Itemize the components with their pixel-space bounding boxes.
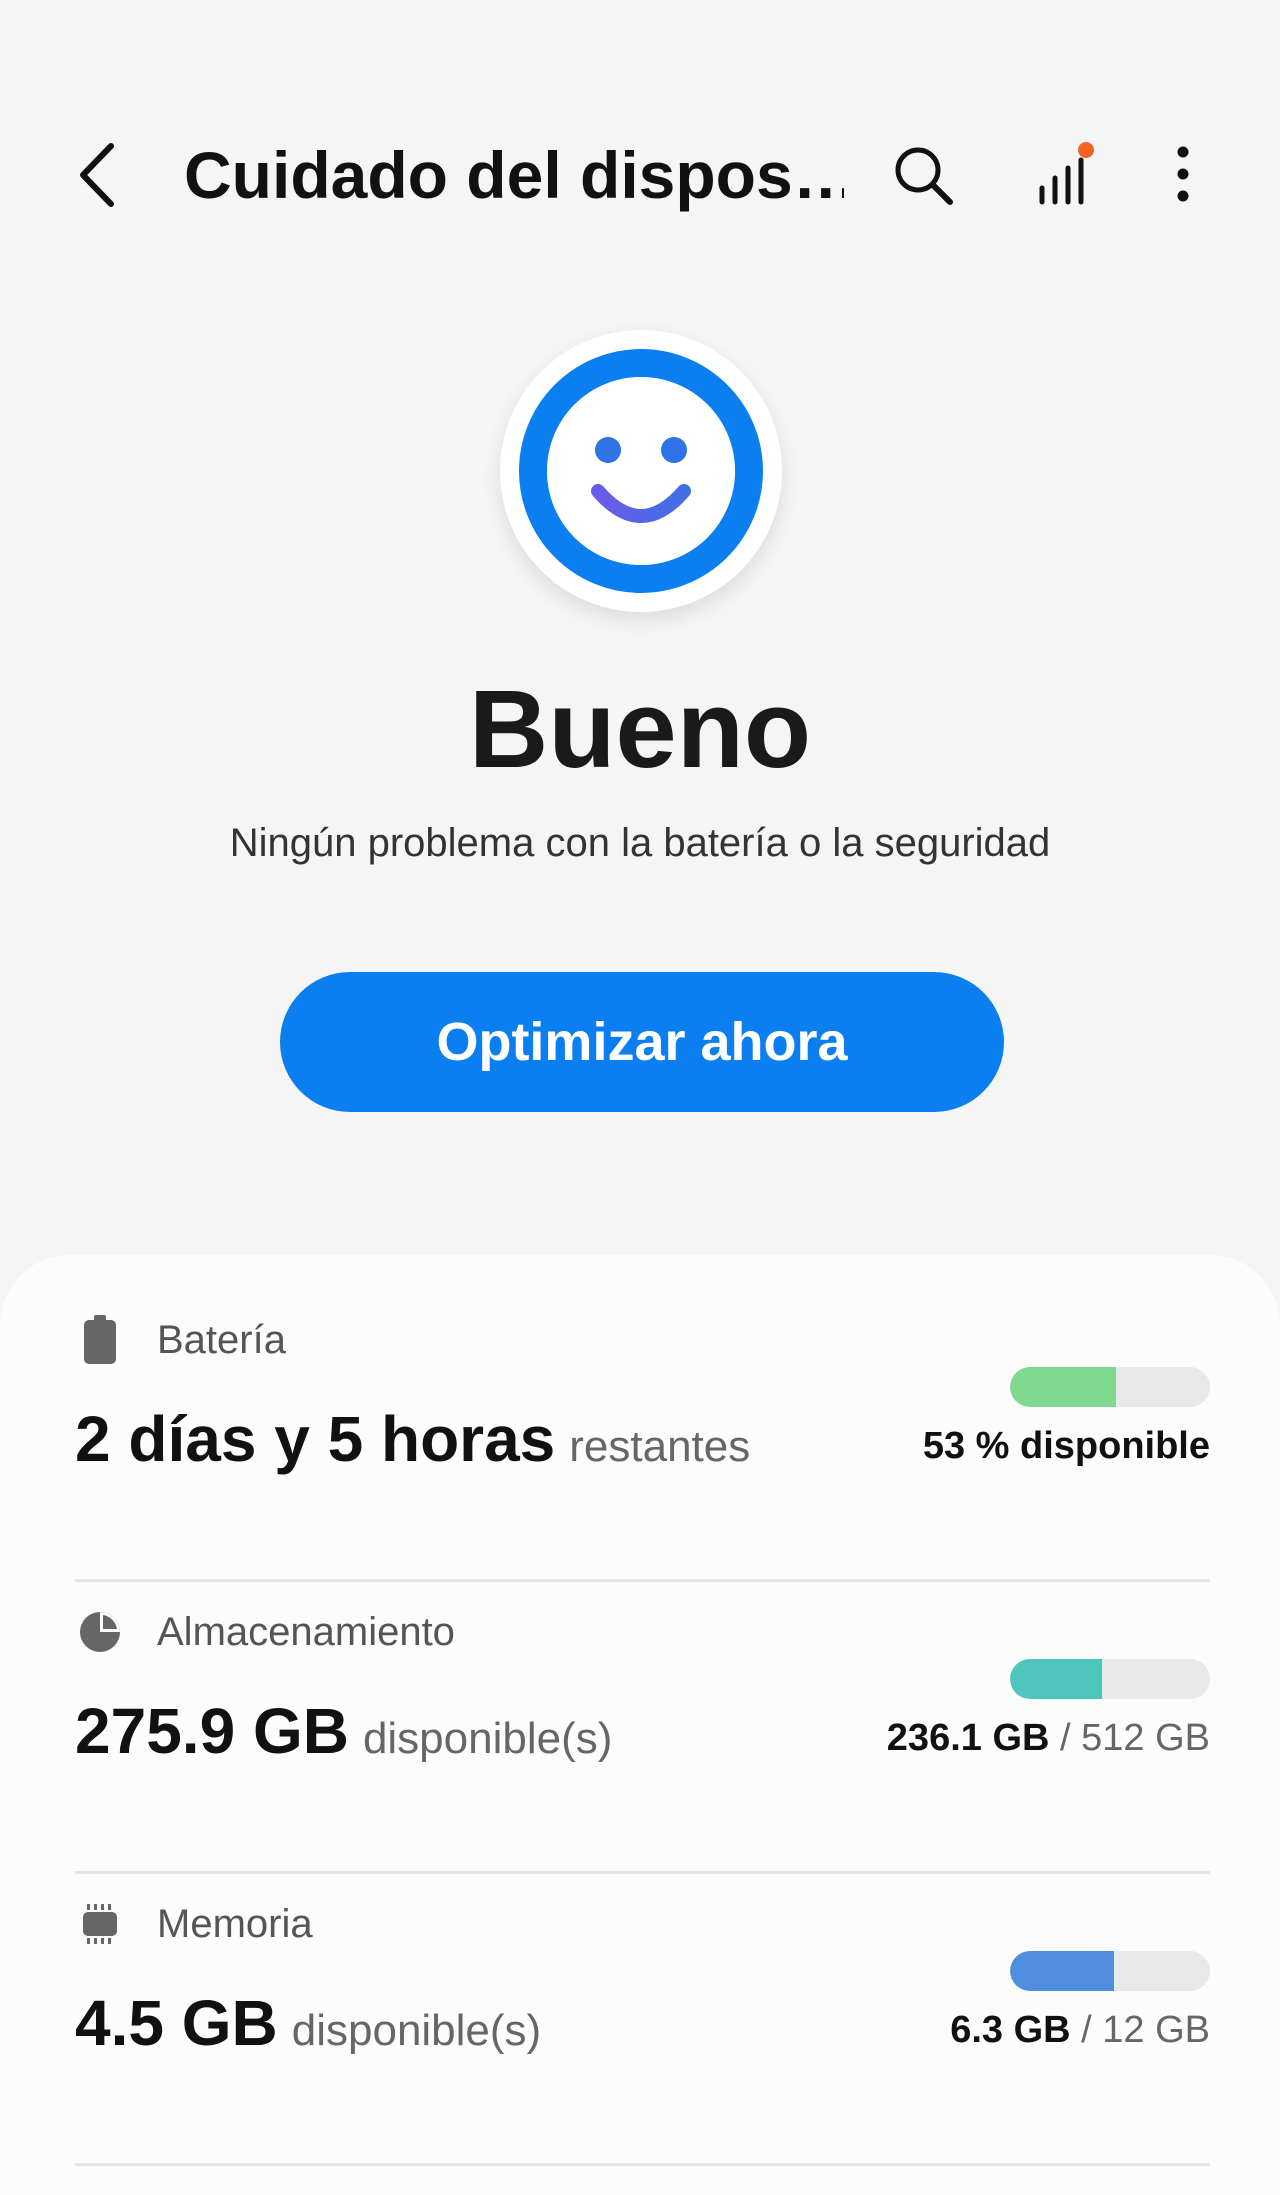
app-bar: Cuidado del dispos… [0, 0, 1280, 350]
battery-time-suffix: restantes [569, 1422, 751, 1471]
status-title: Bueno [468, 668, 812, 791]
storage-progress-fill [1010, 1659, 1102, 1699]
status-subtitle: Ningún problema con la batería o la segu… [229, 821, 1051, 865]
chevron-left-icon [80, 143, 114, 207]
stats-button[interactable] [1018, 130, 1108, 220]
battery-header: Batería [75, 1310, 286, 1370]
memory-header: Memoria [75, 1894, 313, 1954]
battery-row[interactable]: Batería 2 días y 5 horas restantes 53 % d… [75, 1290, 1210, 1582]
battery-availability: 53 % disponible [923, 1425, 1210, 1468]
memory-available-suffix: disponible(s) [291, 2006, 542, 2055]
memory-label: Memoria [157, 1901, 313, 1946]
bar-chart-icon [1039, 142, 1094, 205]
optimize-now-button[interactable]: Optimizar ahora [280, 972, 1004, 1112]
battery-value: 2 días y 5 horas restantes [75, 1402, 750, 1476]
storage-label: Almacenamiento [157, 1609, 455, 1654]
notification-dot [1078, 142, 1094, 158]
memory-chip-icon [75, 1899, 125, 1949]
divider [75, 2163, 1210, 2166]
storage-progress-bar [1010, 1659, 1210, 1699]
storage-available: 275.9 GB [75, 1695, 349, 1767]
battery-progress-fill [1010, 1367, 1116, 1407]
memory-total: / 12 GB [1081, 2009, 1210, 2051]
memory-used: 6.3 GB [950, 2009, 1071, 2051]
memory-progress-bar [1010, 1951, 1210, 1991]
more-options-button[interactable] [1138, 130, 1228, 220]
storage-header: Almacenamiento [75, 1602, 455, 1662]
storage-value: 275.9 GB disponible(s) [75, 1694, 612, 1768]
memory-available: 4.5 GB [75, 1987, 278, 2059]
battery-percent-text: 53 % disponible [922, 1425, 1210, 1467]
storage-available-suffix: disponible(s) [362, 1714, 613, 1763]
page-title: Cuidado del dispos… [184, 138, 844, 212]
battery-progress-bar [1010, 1367, 1210, 1407]
back-button[interactable] [62, 135, 132, 215]
pie-chart-icon [75, 1607, 125, 1657]
memory-value: 4.5 GB disponible(s) [75, 1986, 541, 2060]
storage-usage: 236.1 GB / 512 GB [887, 1717, 1210, 1760]
storage-used: 236.1 GB [886, 1717, 1050, 1759]
storage-row[interactable]: Almacenamiento 275.9 GB disponible(s) 236… [75, 1582, 1210, 1874]
battery-time: 2 días y 5 horas [75, 1403, 556, 1475]
search-icon [895, 147, 953, 205]
memory-progress-fill [1010, 1951, 1114, 1991]
storage-total: / 512 GB [1060, 1717, 1210, 1759]
smiley-icon [519, 349, 763, 593]
battery-icon [75, 1315, 125, 1365]
status-indicator [500, 330, 782, 612]
memory-usage: 6.3 GB / 12 GB [950, 2009, 1210, 2052]
memory-row[interactable]: Memoria 4.5 GB disponible(s) 6.3 GB / 12 … [75, 1874, 1210, 2166]
more-vertical-icon [1177, 146, 1189, 202]
battery-label: Batería [157, 1317, 286, 1362]
search-button[interactable] [878, 130, 968, 220]
